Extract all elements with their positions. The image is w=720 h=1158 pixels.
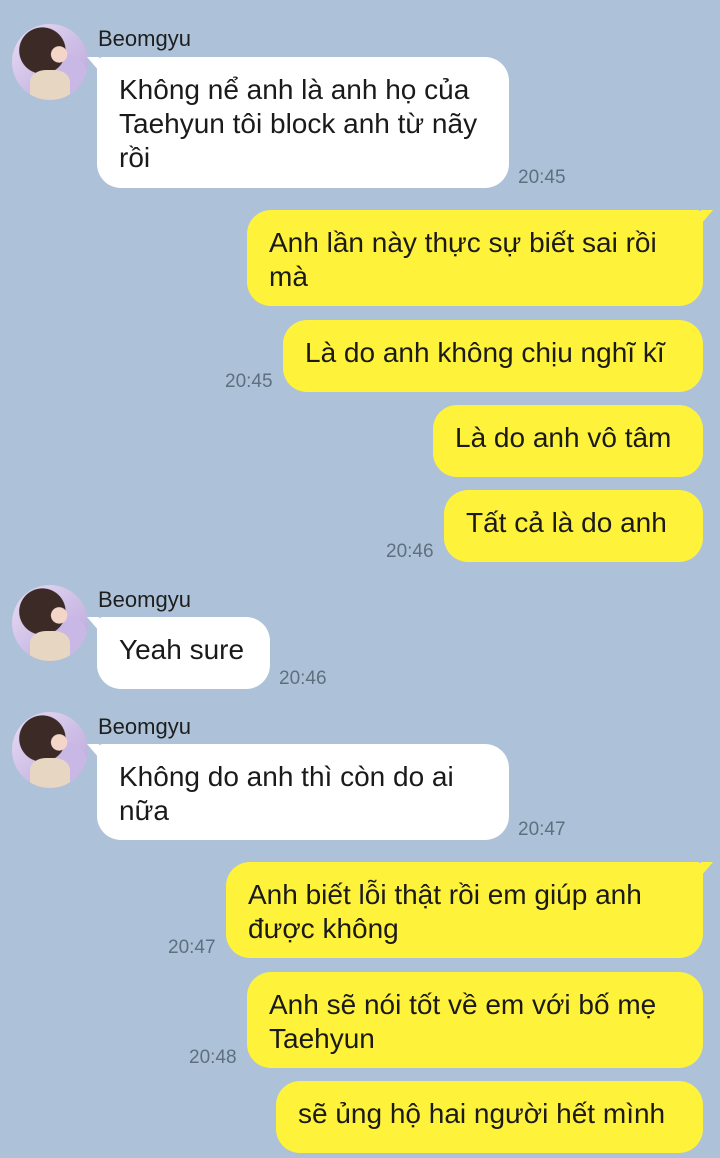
sender-name: Beomgyu (98, 587, 191, 612)
avatar[interactable] (12, 712, 88, 788)
message-time: 20:47 (518, 819, 566, 840)
message-bubble[interactable]: Không do anh thì còn do ai nữa (87, 744, 509, 840)
message-bubble[interactable]: Là do anh vô tâm (433, 405, 703, 477)
avatar[interactable] (12, 585, 88, 661)
message-bubble[interactable]: sẽ ủng hộ hai người hết mình (276, 1081, 703, 1153)
message-bubble[interactable]: Tất cả là do anh (444, 490, 703, 562)
message-time: 20:46 (386, 541, 434, 562)
message-bubble[interactable]: Anh biết lỗi thật rồi em giúp anh được k… (226, 862, 713, 958)
sender-name: Beomgyu (98, 714, 191, 739)
sender-name: Beomgyu (98, 26, 191, 51)
message-bubble[interactable]: Anh lần này thực sự biết sai rồi mà (247, 210, 713, 306)
message-bubble[interactable]: Yeah sure (87, 617, 270, 689)
message-time: 20:47 (168, 937, 216, 958)
message-time: 20:46 (279, 668, 327, 689)
message-bubble[interactable]: Anh sẽ nói tốt về em với bố mẹ Taehyun (247, 972, 703, 1068)
message-bubble[interactable]: Là do anh không chịu nghĩ kĩ (283, 320, 703, 392)
message-time: 20:48 (189, 1047, 237, 1068)
message-bubble[interactable]: Không nể anh là anh họ của Taehyun tôi b… (87, 57, 509, 188)
message-time: 20:45 (518, 167, 566, 188)
message-time: 20:45 (225, 371, 273, 392)
avatar[interactable] (12, 24, 88, 100)
